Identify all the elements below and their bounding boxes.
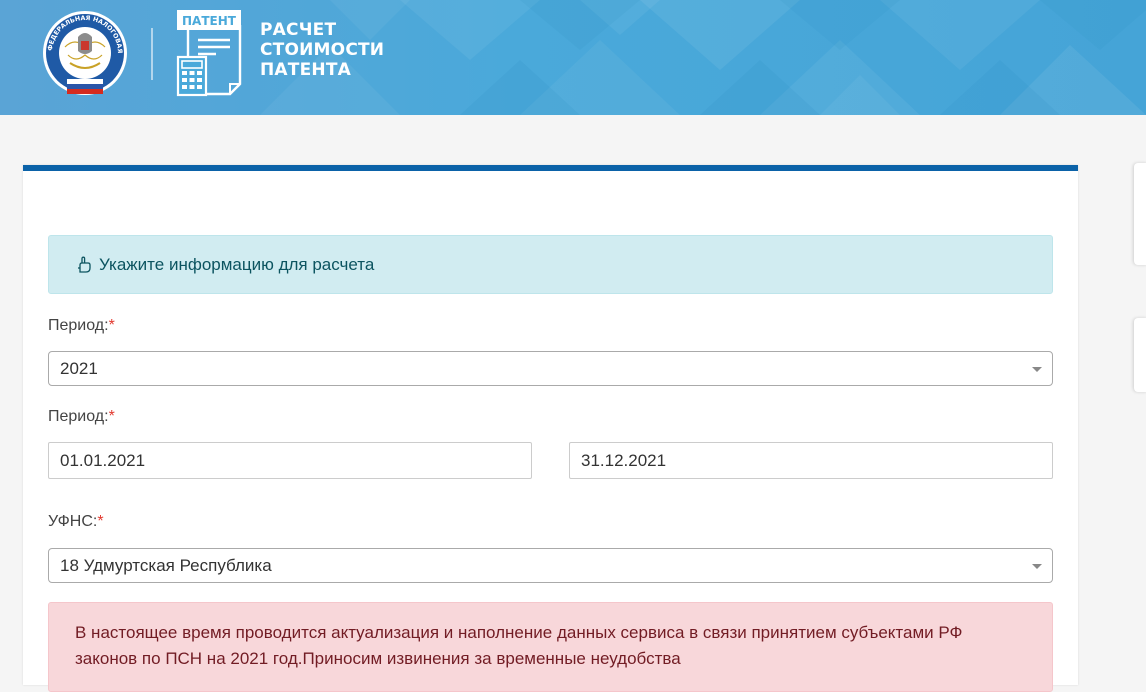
info-alert-text: Укажите информацию для расчета <box>99 254 375 274</box>
service-title-line: РАСЧЕТ <box>260 20 337 40</box>
chevron-down-icon[interactable] <box>1032 367 1042 372</box>
date-from-value: 01.01.2021 <box>60 451 146 470</box>
date-from-input[interactable]: 01.01.2021 <box>48 442 532 479</box>
ufns-select[interactable]: 18 Удмуртская Республика <box>48 548 1053 583</box>
side-panel-tab[interactable] <box>1134 318 1146 392</box>
ufns-label: УФНС:* <box>48 513 104 531</box>
service-title-line: ПАТЕНТА <box>260 60 351 80</box>
period-year-value: 2021 <box>60 359 98 378</box>
period-year-label: Период:* <box>48 317 115 335</box>
side-panel-tab[interactable] <box>1134 163 1146 265</box>
required-mark: * <box>108 408 115 425</box>
service-title-line: СТОИМОСТИ <box>260 40 385 60</box>
period-year-select[interactable]: 2021 <box>48 351 1053 386</box>
date-to-input[interactable]: 31.12.2021 <box>569 442 1053 479</box>
period-range-label: Период:* <box>48 408 115 426</box>
hand-pointing-icon <box>78 256 91 273</box>
period-range-label-text: Период: <box>48 408 109 425</box>
header-divider <box>151 28 153 80</box>
info-alert: Укажите информацию для расчета <box>48 235 1053 294</box>
maintenance-warning-text: В настоящее время проводится актуализаци… <box>75 623 963 668</box>
service-title: РАСЧЕТ СТОИМОСТИ ПАТЕНТА <box>260 20 384 80</box>
fns-emblem-icon: ФЕДЕРАЛЬНАЯ НАЛОГОВАЯ СЛУЖБА <box>40 7 127 95</box>
ufns-label-text: УФНС: <box>48 513 98 530</box>
patent-calculator-icon: ПАТЕНТ <box>176 10 242 97</box>
required-mark: * <box>97 513 104 530</box>
maintenance-warning-alert: В настоящее время проводится актуализаци… <box>48 602 1053 692</box>
period-year-label-text: Период: <box>48 317 109 334</box>
header-pattern <box>260 0 1146 115</box>
patent-label: ПАТЕНТ <box>182 14 237 28</box>
required-mark: * <box>108 317 115 334</box>
chevron-down-icon[interactable] <box>1032 564 1042 569</box>
date-to-value: 31.12.2021 <box>581 451 667 470</box>
header-banner: ФЕДЕРАЛЬНАЯ НАЛОГОВАЯ СЛУЖБА ПАТЕНТ РАСЧ… <box>0 0 1146 115</box>
ufns-value: 18 Удмуртская Республика <box>60 556 272 575</box>
